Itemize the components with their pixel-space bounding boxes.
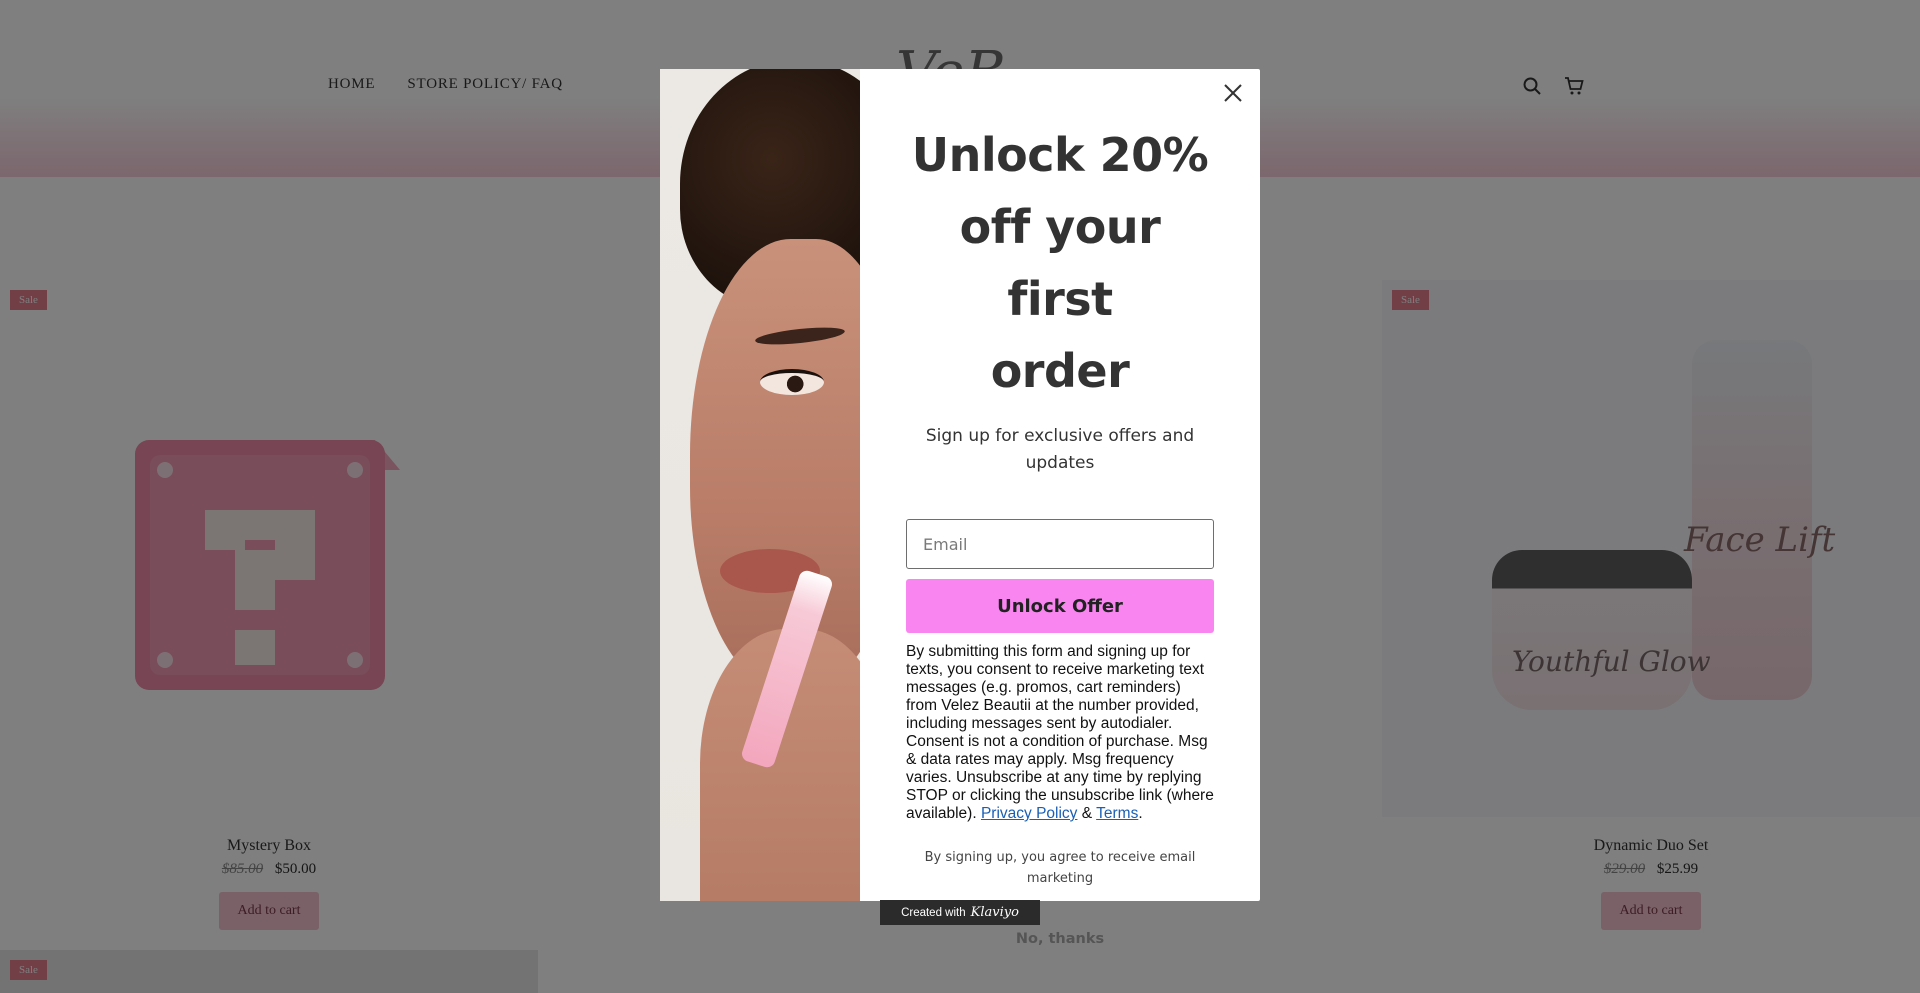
terms-link[interactable]: Terms (1096, 805, 1138, 822)
klaviyo-logo: Klaviyo (970, 905, 1019, 920)
photo-face (690, 239, 860, 689)
model-photo (660, 69, 860, 901)
headline-line: off your first (959, 200, 1161, 326)
popup-subhead: Sign up for exclusive offers and updates (925, 426, 1195, 473)
signup-popup: Unlock 20% off your first order Sign up … (660, 69, 1260, 947)
sms-consent-text: By submitting this form and signing up f… (906, 643, 1214, 823)
popup-content: Unlock 20% off your first order Sign up … (860, 69, 1260, 947)
email-consent-text: By signing up, you agree to receive emai… (924, 850, 1196, 886)
consent-ampersand: & (1081, 805, 1093, 822)
badge-prefix: Created with (901, 906, 966, 919)
close-button[interactable] (1220, 81, 1246, 107)
privacy-policy-link[interactable]: Privacy Policy (981, 805, 1077, 822)
photo-eye (760, 369, 824, 395)
klaviyo-badge[interactable]: Created with Klaviyo (880, 900, 1040, 925)
consent-period: . (1138, 805, 1143, 822)
headline-line: order (990, 344, 1130, 398)
consent-body: By submitting this form and signing up f… (906, 643, 1214, 822)
headline-line: Unlock 20% (911, 128, 1209, 182)
email-field[interactable] (906, 519, 1214, 569)
popup-headline: Unlock 20% off your first order (906, 119, 1214, 407)
close-icon[interactable] (1222, 82, 1244, 104)
unlock-offer-button[interactable]: Unlock Offer (906, 579, 1214, 633)
no-thanks-button[interactable]: No, thanks (1016, 931, 1104, 947)
